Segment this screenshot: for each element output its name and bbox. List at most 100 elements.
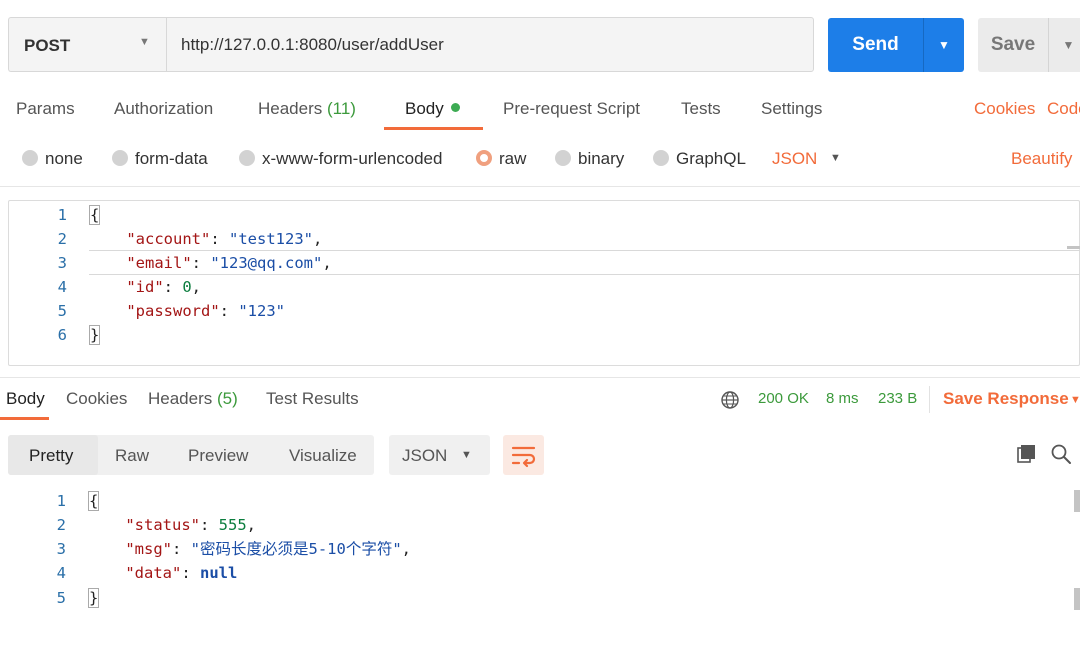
scrollbar-thumb[interactable] <box>1074 490 1080 512</box>
code-line: 1 { <box>8 489 1068 513</box>
response-size[interactable]: 233 B <box>878 390 917 407</box>
body-indicator-dot-icon <box>450 103 460 112</box>
code-text: } <box>89 323 101 347</box>
radio-selected-dot-icon <box>476 150 492 166</box>
code-text: } <box>88 586 100 610</box>
radio-graphql-label: GraphQL <box>676 149 746 168</box>
radio-none[interactable]: none <box>22 149 83 169</box>
scrollbar-thumb[interactable] <box>1067 246 1080 249</box>
line-number: 1 <box>56 492 66 510</box>
radio-raw[interactable]: raw <box>476 149 526 169</box>
request-body-editor[interactable]: 1 { 2 "account": "test123", 3 "email": "… <box>8 200 1080 366</box>
code-line: 2 "status": 555, <box>8 513 1068 537</box>
json-value: 555 <box>218 516 247 534</box>
method-select[interactable]: POST ▼ <box>8 17 166 72</box>
json-value: "123@qq.com" <box>210 254 323 272</box>
code-line: 1 { <box>9 203 1069 227</box>
response-tab-headers[interactable]: Headers (5) <box>148 389 238 409</box>
send-button[interactable]: Send <box>828 18 923 72</box>
send-options-chevron-icon[interactable]: ▼ <box>923 18 964 72</box>
code-text: { <box>88 489 100 513</box>
response-time[interactable]: 8 ms <box>826 390 859 407</box>
radio-none-label: none <box>45 149 83 168</box>
response-status[interactable]: 200 OK <box>758 390 809 407</box>
code-link[interactable]: Code <box>1047 99 1080 119</box>
line-number: 5 <box>57 302 67 320</box>
save-options-chevron-icon[interactable]: ▼ <box>1048 18 1080 72</box>
chevron-down-icon: ▼ <box>139 36 150 48</box>
line-number: 4 <box>56 564 66 582</box>
scrollbar-thumb[interactable] <box>1074 588 1080 610</box>
body-format-select[interactable]: JSON <box>772 149 817 169</box>
tab-headers[interactable]: Headers (11) <box>258 99 356 119</box>
radio-binary[interactable]: binary <box>555 149 624 169</box>
tab-headers-label: Headers <box>258 99 323 118</box>
response-tab-test-results[interactable]: Test Results <box>266 389 359 409</box>
json-value: "密码长度必须是5-10个字符" <box>190 540 402 558</box>
code-line: 5 } <box>8 586 1068 610</box>
radio-binary-label: binary <box>578 149 625 168</box>
radio-form-data[interactable]: form-data <box>112 149 208 169</box>
code-line: 4 "data": null <box>8 561 1068 585</box>
globe-icon[interactable] <box>720 390 740 410</box>
radio-dot-icon <box>22 150 38 166</box>
code-text: "email": "123@qq.com", <box>126 254 332 272</box>
tab-authorization[interactable]: Authorization <box>114 99 213 119</box>
active-tab-indicator <box>384 127 483 130</box>
section-divider <box>0 186 1080 187</box>
view-visualize[interactable]: Visualize <box>289 446 357 466</box>
chevron-down-icon: ▼ <box>830 152 841 164</box>
tab-tests[interactable]: Tests <box>681 99 721 119</box>
json-key: "account" <box>126 230 211 248</box>
response-view-toggle: Pretty Raw Preview Visualize <box>8 435 374 475</box>
save-response-button[interactable]: Save Response <box>943 389 1069 409</box>
json-key: "email" <box>126 254 192 272</box>
response-tab-body[interactable]: Body <box>6 389 45 409</box>
radio-urlencoded[interactable]: x-www-form-urlencoded <box>239 149 442 169</box>
code-text: "status": 555, <box>125 516 256 534</box>
line-number: 2 <box>56 516 66 534</box>
code-text: { <box>89 203 101 227</box>
code-line: 4 "id": 0, <box>9 275 1069 299</box>
radio-form-data-label: form-data <box>135 149 208 168</box>
wrap-lines-button[interactable] <box>503 435 544 475</box>
radio-dot-icon <box>239 150 255 166</box>
tab-settings[interactable]: Settings <box>761 99 822 119</box>
wrap-lines-icon <box>511 446 536 468</box>
tab-body[interactable]: Body <box>405 99 460 119</box>
line-number: 4 <box>57 278 67 296</box>
response-tab-headers-count: (5) <box>217 389 238 408</box>
line-number: 2 <box>57 230 67 248</box>
view-preview[interactable]: Preview <box>188 446 248 466</box>
response-format-select[interactable]: JSON ▼ <box>389 435 490 475</box>
search-icon[interactable] <box>1050 443 1074 465</box>
close-brace: } <box>89 325 101 345</box>
code-text: "id": 0, <box>126 278 202 296</box>
code-line: 3 "msg": "密码长度必须是5-10个字符", <box>8 537 1068 561</box>
chevron-down-icon[interactable]: ▼ <box>1070 394 1080 406</box>
json-value: 0 <box>182 278 192 296</box>
radio-urlencoded-label: x-www-form-urlencoded <box>262 149 443 168</box>
view-pretty[interactable]: Pretty <box>29 446 73 466</box>
url-input[interactable]: http://127.0.0.1:8080/user/addUser <box>166 17 814 72</box>
json-value: "123" <box>238 302 285 320</box>
panel-divider[interactable] <box>0 377 1080 378</box>
tab-params[interactable]: Params <box>16 99 75 119</box>
code-text: "password": "123" <box>126 302 285 320</box>
cookies-link[interactable]: Cookies <box>974 99 1035 119</box>
tab-headers-count: (11) <box>327 99 356 118</box>
line-number: 5 <box>56 589 66 607</box>
tab-prerequest-script[interactable]: Pre-request Script <box>503 99 640 119</box>
save-button[interactable]: Save <box>978 18 1048 72</box>
close-brace: } <box>88 588 100 608</box>
beautify-link[interactable]: Beautify <box>1011 149 1072 169</box>
response-tab-cookies[interactable]: Cookies <box>66 389 127 409</box>
response-body-viewer[interactable]: 1 { 2 "status": 555, 3 "msg": "密码长度必须是5-… <box>8 488 1080 618</box>
open-brace: { <box>89 205 101 225</box>
copy-icon[interactable] <box>1016 443 1038 465</box>
code-text: "data": null <box>125 564 238 582</box>
view-raw[interactable]: Raw <box>115 446 149 466</box>
radio-graphql[interactable]: GraphQL <box>653 149 746 169</box>
json-value: null <box>200 564 238 582</box>
json-key: "data" <box>125 564 182 582</box>
